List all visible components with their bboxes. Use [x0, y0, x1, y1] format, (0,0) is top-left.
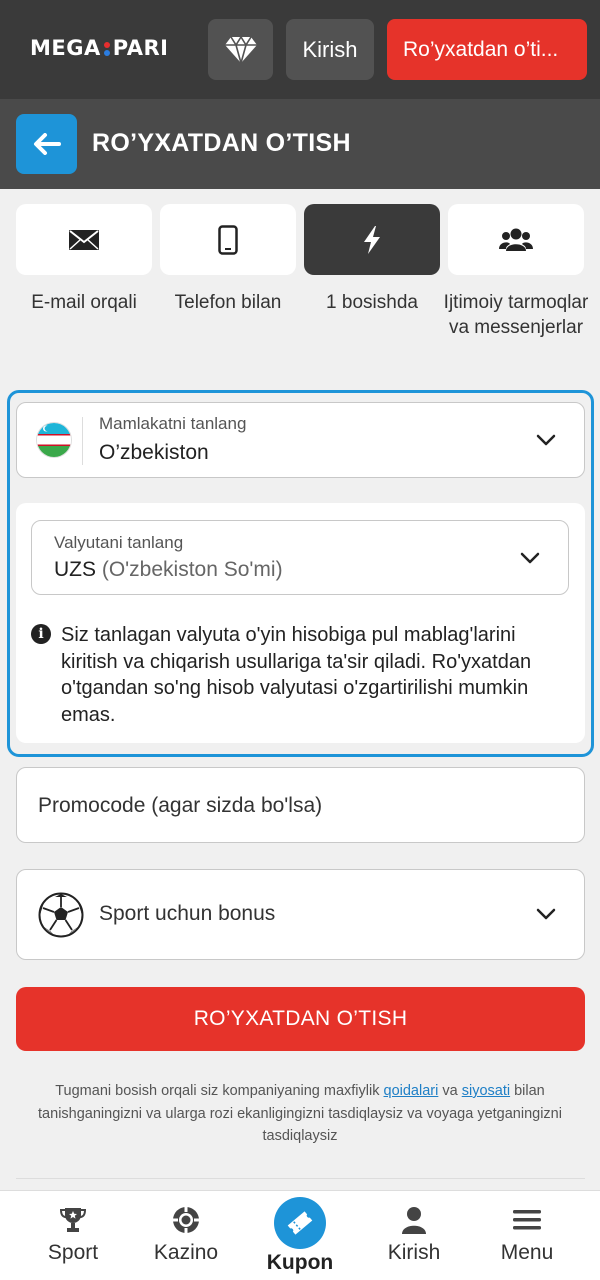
currency-value: UZS (O'zbekiston So'mi)	[54, 558, 283, 582]
bottom-navigation: Sport Kazino Kupon Kirish Menu	[0, 1190, 600, 1280]
currency-select[interactable]: Valyutani tanlang UZS (O'zbekiston So'mi…	[31, 520, 569, 595]
currency-code: UZS	[54, 558, 96, 581]
tab-phone-label[interactable]: Telefon bilan	[153, 290, 303, 315]
logo-text-left: MEGA	[30, 36, 101, 60]
logo-dots	[103, 42, 110, 56]
terms-text: Tugmani bosish orqali siz kompaniyaning …	[20, 1080, 580, 1148]
logo-text-right: PARI	[112, 36, 169, 60]
ticket-icon	[287, 1211, 313, 1235]
lightning-icon	[364, 225, 380, 254]
tab-email[interactable]	[16, 204, 152, 275]
tab-one-click-label[interactable]: 1 bosishda	[297, 290, 447, 315]
nav-casino[interactable]: Kazino	[131, 1191, 241, 1280]
arrow-left-icon	[33, 133, 61, 155]
header-login-button[interactable]: Kirish	[286, 19, 374, 80]
hamburger-icon	[513, 1210, 541, 1230]
terms-text-middle: va	[438, 1083, 462, 1099]
nav-menu-label: Menu	[500, 1241, 554, 1264]
casino-chip-icon	[173, 1207, 199, 1233]
terms-rules-link[interactable]: qoidalari	[384, 1083, 439, 1099]
diamond-icon	[224, 35, 257, 64]
nav-casino-label: Kazino	[153, 1241, 219, 1264]
megapari-logo[interactable]: MEGA PARI	[30, 36, 168, 60]
bonus-label: Sport uchun bonus	[99, 902, 276, 925]
soccer-ball-icon	[38, 892, 84, 938]
back-button[interactable]	[16, 114, 77, 174]
user-icon	[402, 1207, 426, 1234]
nav-login-label: Kirish	[387, 1241, 441, 1264]
chevron-down-icon	[520, 552, 540, 564]
nav-coupon[interactable]: Kupon	[245, 1191, 355, 1280]
info-icon: i	[31, 624, 51, 644]
currency-info-text: Siz tanlagan valyuta o'yin hisobiga pul …	[61, 624, 532, 726]
nav-menu[interactable]: Menu	[472, 1191, 582, 1280]
terms-policy-link[interactable]: siyosati	[462, 1083, 510, 1099]
currency-name: (O'zbekiston So'mi)	[101, 558, 283, 581]
tab-social-label[interactable]: Ijtimoiy tarmoqlar va messenjerlar	[441, 290, 591, 340]
tab-social[interactable]	[448, 204, 584, 275]
country-label: Mamlakatni tanlang	[99, 414, 247, 433]
country-select[interactable]: Mamlakatni tanlang O’zbekiston	[16, 402, 585, 478]
nav-sport-label: Sport	[47, 1241, 99, 1264]
trophy-icon	[59, 1208, 87, 1232]
country-divider	[82, 417, 83, 465]
chevron-down-icon	[536, 434, 556, 446]
terms-text-start: Tugmani bosish orqali siz kompaniyaning …	[55, 1083, 384, 1099]
users-icon	[499, 228, 533, 251]
header-register-button[interactable]: Ro’yxatdan o’ti...	[387, 19, 587, 80]
top-header: MEGA PARI Kirish Ro’yxatdan o’ti...	[0, 0, 600, 99]
register-submit-button[interactable]: RO’YXATDAN O’TISH	[16, 987, 585, 1051]
chevron-down-icon	[536, 908, 556, 920]
content-divider	[16, 1178, 585, 1179]
nav-login[interactable]: Kirish	[359, 1191, 469, 1280]
promocode-input[interactable]: Promocode (agar sizda bo'lsa)	[16, 767, 585, 843]
page-title: RO’YXATDAN O’TISH	[92, 129, 351, 157]
tab-phone[interactable]	[160, 204, 296, 275]
nav-coupon-label: Kupon	[266, 1251, 334, 1274]
bonus-select[interactable]: Sport uchun bonus	[16, 869, 585, 960]
nav-sport[interactable]: Sport	[18, 1191, 128, 1280]
country-value: O’zbekiston	[99, 441, 209, 464]
envelope-icon	[69, 229, 99, 250]
uzbekistan-flag-icon	[37, 423, 71, 457]
promocode-placeholder: Promocode (agar sizda bo'lsa)	[38, 794, 323, 817]
tab-email-label[interactable]: E-mail orqali	[9, 290, 159, 315]
bonus-diamond-button[interactable]	[208, 19, 273, 80]
coupon-circle	[274, 1197, 326, 1249]
currency-label: Valyutani tanlang	[54, 533, 184, 552]
phone-icon	[218, 224, 238, 255]
page-title-bar: RO’YXATDAN O’TISH	[0, 99, 600, 189]
tab-one-click[interactable]	[304, 204, 440, 275]
